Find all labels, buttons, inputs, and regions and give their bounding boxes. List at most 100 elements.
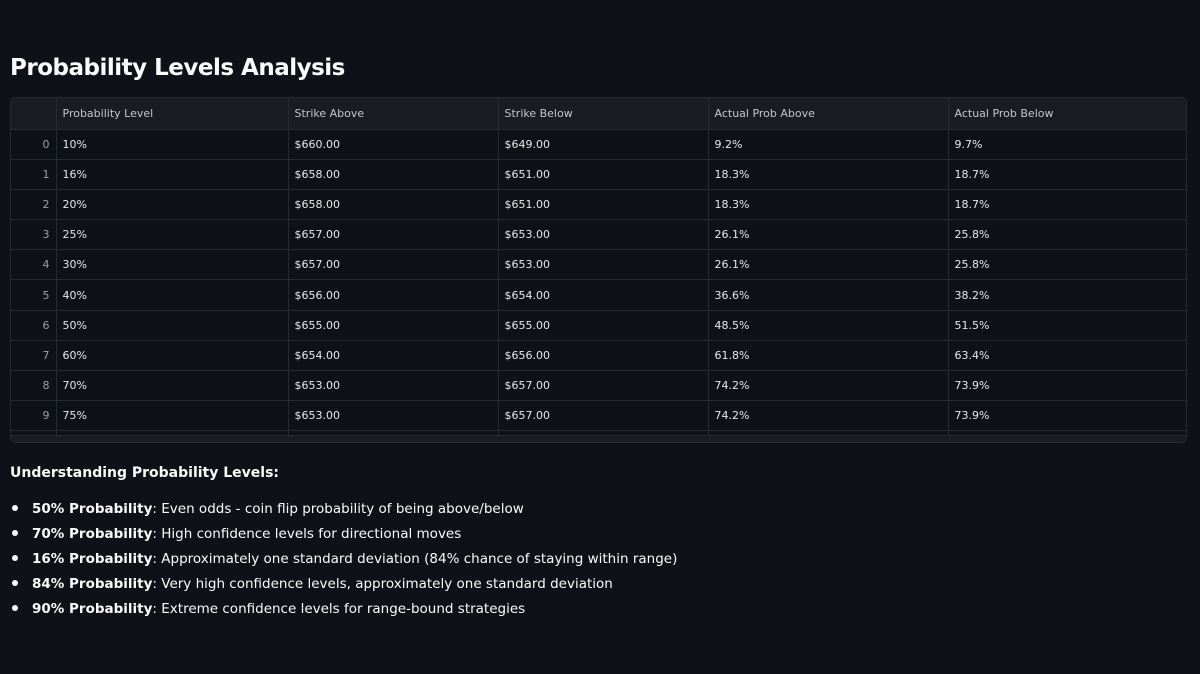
list-item: 70% Probability: High confidence levels … <box>10 523 677 548</box>
cell-probability-level[interactable]: 40% <box>56 279 289 311</box>
cell-strike-below[interactable]: $655.00 <box>498 310 709 341</box>
cell-strike-above[interactable]: $653.00 <box>288 370 499 402</box>
table-row[interactable]: 2 20% $658.00 $651.00 18.3% 18.7% <box>11 189 1186 221</box>
row-index[interactable]: 1 <box>11 159 57 190</box>
cell-probability-level[interactable]: 16% <box>56 159 289 190</box>
cell-strike-above[interactable]: $657.00 <box>288 219 499 251</box>
item-text: : Extreme confidence levels for range-bo… <box>152 601 526 617</box>
data-table[interactable]: Probability Level Strike Above Strike Be… <box>10 97 1187 443</box>
cell-actual-prob-above[interactable]: 61.8% <box>708 340 949 372</box>
cell-actual-prob-below[interactable]: 51.5% <box>948 310 1186 341</box>
cell-actual-prob-above[interactable]: 26.1% <box>708 249 949 281</box>
item-bold-label: 16% Probability <box>32 551 153 567</box>
cell-actual-prob-above[interactable]: 18.3% <box>708 159 949 190</box>
cell-strike-above[interactable]: $655.00 <box>288 310 499 341</box>
explanation-list: 50% Probability: Even odds - coin flip p… <box>10 498 677 623</box>
cell-strike-below[interactable]: $649.00 <box>498 129 709 160</box>
row-index[interactable]: 9 <box>11 400 57 432</box>
cell-probability-level[interactable]: 75% <box>56 400 289 432</box>
cell-probability-level[interactable]: 70% <box>56 370 289 402</box>
table-scroll-edge[interactable] <box>11 435 1186 442</box>
item-bold-label: 50% Probability <box>32 501 153 517</box>
row-index[interactable]: 5 <box>11 279 57 311</box>
cell-strike-above[interactable]: $658.00 <box>288 159 499 190</box>
cell-strike-above[interactable]: $654.00 <box>288 340 499 372</box>
item-text: : Approximately one standard deviation (… <box>152 551 678 567</box>
cell-actual-prob-below[interactable]: 25.8% <box>948 249 1186 281</box>
cell-strike-above[interactable]: $657.00 <box>288 249 499 281</box>
cell-actual-prob-above[interactable]: 74.2% <box>708 370 949 402</box>
cell-strike-below[interactable]: $654.00 <box>498 279 709 311</box>
table-row[interactable]: 5 40% $656.00 $654.00 36.6% 38.2% <box>11 279 1186 311</box>
cell-actual-prob-below[interactable]: 9.7% <box>948 129 1186 160</box>
row-index[interactable]: 0 <box>11 129 57 160</box>
cell-strike-below[interactable]: $657.00 <box>498 400 709 432</box>
row-index[interactable]: 3 <box>11 219 57 251</box>
table-row[interactable]: 4 30% $657.00 $653.00 26.1% 25.8% <box>11 249 1186 281</box>
cell-actual-prob-above[interactable]: 18.3% <box>708 189 949 221</box>
cell-probability-level[interactable]: 60% <box>56 340 289 372</box>
cell-probability-level[interactable]: 50% <box>56 310 289 341</box>
cell-actual-prob-below[interactable]: 18.7% <box>948 189 1186 221</box>
table-row[interactable]: 7 60% $654.00 $656.00 61.8% 63.4% <box>11 340 1186 372</box>
row-index[interactable]: 2 <box>11 189 57 221</box>
column-header-actual-prob-above[interactable]: Actual Prob Above <box>708 98 949 130</box>
cell-strike-below[interactable]: $651.00 <box>498 189 709 221</box>
bullet-icon <box>12 605 18 611</box>
cell-actual-prob-below[interactable]: 73.9% <box>948 370 1186 402</box>
cell-strike-above[interactable]: $653.00 <box>288 400 499 432</box>
item-text: : High confidence levels for directional… <box>152 526 462 542</box>
list-item: 90% Probability: Extreme confidence leve… <box>10 598 677 623</box>
table-row[interactable]: 3 25% $657.00 $653.00 26.1% 25.8% <box>11 219 1186 251</box>
cell-strike-above[interactable]: $656.00 <box>288 279 499 311</box>
cell-strike-below[interactable]: $651.00 <box>498 159 709 190</box>
column-header-index <box>11 98 57 130</box>
list-item: 84% Probability: Very high confidence le… <box>10 573 677 598</box>
cell-probability-level[interactable]: 25% <box>56 219 289 251</box>
column-header-actual-prob-below[interactable]: Actual Prob Below <box>948 98 1186 130</box>
item-text: : Even odds - coin flip probability of b… <box>152 501 524 517</box>
bullet-icon <box>12 505 18 511</box>
list-item: 50% Probability: Even odds - coin flip p… <box>10 498 677 523</box>
column-header-probability-level[interactable]: Probability Level <box>56 98 289 130</box>
page-title: Probability Levels Analysis <box>10 55 345 81</box>
cell-strike-above[interactable]: $660.00 <box>288 129 499 160</box>
list-item: 16% Probability: Approximately one stand… <box>10 548 677 573</box>
cell-strike-below[interactable]: $653.00 <box>498 249 709 281</box>
cell-actual-prob-below[interactable]: 73.9% <box>948 400 1186 432</box>
cell-probability-level[interactable]: 20% <box>56 189 289 221</box>
cell-actual-prob-above[interactable]: 74.2% <box>708 400 949 432</box>
cell-actual-prob-below[interactable]: 18.7% <box>948 159 1186 190</box>
cell-actual-prob-below[interactable]: 25.8% <box>948 219 1186 251</box>
row-index[interactable]: 4 <box>11 249 57 281</box>
cell-strike-above[interactable]: $658.00 <box>288 189 499 221</box>
bullet-icon <box>12 580 18 586</box>
cell-strike-below[interactable]: $656.00 <box>498 340 709 372</box>
cell-actual-prob-above[interactable]: 9.2% <box>708 129 949 160</box>
cell-actual-prob-above[interactable]: 26.1% <box>708 219 949 251</box>
cell-strike-below[interactable]: $653.00 <box>498 219 709 251</box>
cell-actual-prob-above[interactable]: 48.5% <box>708 310 949 341</box>
table-row[interactable]: 8 70% $653.00 $657.00 74.2% 73.9% <box>11 370 1186 402</box>
row-index[interactable]: 8 <box>11 370 57 402</box>
cell-actual-prob-below[interactable]: 63.4% <box>948 340 1186 372</box>
item-bold-label: 90% Probability <box>32 601 153 617</box>
table-row[interactable]: 6 50% $655.00 $655.00 48.5% 51.5% <box>11 310 1186 341</box>
row-index[interactable]: 7 <box>11 340 57 372</box>
explanation-title: Understanding Probability Levels: <box>10 465 280 481</box>
column-header-strike-below[interactable]: Strike Below <box>498 98 709 130</box>
row-index[interactable]: 6 <box>11 310 57 341</box>
bullet-icon <box>12 555 18 561</box>
cell-actual-prob-below[interactable]: 38.2% <box>948 279 1186 311</box>
table-row[interactable]: 9 75% $653.00 $657.00 74.2% 73.9% <box>11 400 1186 432</box>
cell-probability-level[interactable]: 10% <box>56 129 289 160</box>
table-row[interactable]: 1 16% $658.00 $651.00 18.3% 18.7% <box>11 159 1186 190</box>
item-bold-label: 84% Probability <box>32 576 153 592</box>
cell-probability-level[interactable]: 30% <box>56 249 289 281</box>
cell-actual-prob-above[interactable]: 36.6% <box>708 279 949 311</box>
item-bold-label: 70% Probability <box>32 526 153 542</box>
bullet-icon <box>12 530 18 536</box>
cell-strike-below[interactable]: $657.00 <box>498 370 709 402</box>
column-header-strike-above[interactable]: Strike Above <box>288 98 499 130</box>
table-row[interactable]: 0 10% $660.00 $649.00 9.2% 9.7% <box>11 129 1186 160</box>
